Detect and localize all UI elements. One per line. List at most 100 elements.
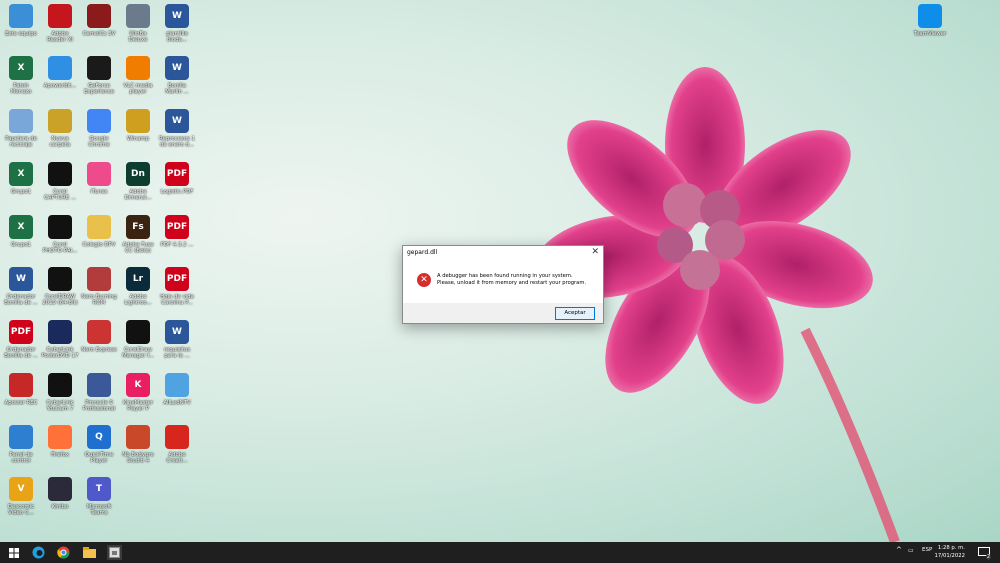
desktop-icon-label: Logistic.PDF bbox=[160, 189, 194, 195]
desktop-icon[interactable]: VLC media player bbox=[117, 56, 159, 95]
desktop-icon[interactable]: Nero Burning ROM bbox=[78, 267, 120, 306]
dialog-message-line: Please, unload it from memory and restar… bbox=[437, 280, 587, 286]
desktop-icon-label: Nueva carpeta bbox=[49, 136, 71, 148]
desktop-icon-label: Nero Express bbox=[81, 347, 117, 353]
desktop-icon[interactable]: Q QuickTime Player bbox=[78, 425, 120, 464]
desktop-icon[interactable]: Nero Express bbox=[78, 320, 120, 353]
app-icon bbox=[87, 4, 111, 28]
desktop-icon-label: Apower REC bbox=[4, 400, 38, 406]
desktop-icon[interactable]: V Descomic Video C... bbox=[0, 477, 42, 516]
chevron-up-icon[interactable]: ^ bbox=[896, 546, 902, 554]
desktop-icon[interactable]: iTunes bbox=[78, 162, 120, 195]
desktop-icon[interactable]: X Grupo1 bbox=[0, 162, 42, 195]
desktop-icon[interactable]: Wplantilla bloda... bbox=[156, 4, 198, 43]
desktop-icon[interactable]: X Patoh Menezo bbox=[0, 56, 42, 95]
desktop-icon-label: requisitos para la ... bbox=[163, 347, 191, 359]
desktop-icon[interactable]: Este equipo bbox=[0, 4, 42, 37]
desktop-icon-label: Pinnacle 9 Professional bbox=[82, 400, 116, 412]
desktop-icon[interactable]: Lr Adobe Lightroo... bbox=[117, 267, 159, 306]
app-icon bbox=[48, 267, 72, 291]
desktop-icon[interactable]: Kinibo bbox=[39, 477, 81, 510]
desktop-icon[interactable]: T Microsoft Teams bbox=[78, 477, 120, 516]
desktop-icon-label: Este equipo bbox=[5, 31, 37, 37]
desktop-icon[interactable]: CamelCs 3V bbox=[78, 4, 120, 37]
desktop-icon[interactable]: CorelDRAW 2019 (64-Bit) bbox=[39, 267, 81, 306]
start-button[interactable] bbox=[6, 545, 21, 560]
desktop-icon[interactable]: Corel CAPTURE ... bbox=[39, 162, 81, 201]
desktop-icon[interactable]: WinBa Deluxe bbox=[117, 4, 159, 43]
desktop-icon[interactable]: CorelDraw Manager f... bbox=[117, 320, 159, 359]
desktop-icon-label: Kinibo bbox=[51, 504, 69, 510]
desktop-icon[interactable]: TeamViewer bbox=[909, 4, 951, 37]
desktop-icon-label: Ordenador Bonilla de ... bbox=[4, 294, 38, 306]
network-icon[interactable]: ▭ bbox=[908, 547, 914, 554]
desktop-icon[interactable]: Papelera de reciclaje bbox=[0, 109, 42, 148]
accept-button[interactable]: Aceptar bbox=[555, 307, 595, 320]
desktop-icon-label: Corel PHOTO-PAI... bbox=[42, 242, 78, 254]
desktop-icon[interactable]: Google Chrome bbox=[78, 109, 120, 148]
desktop-icon[interactable]: Wrequisitos para la ... bbox=[156, 320, 198, 359]
desktop-icon[interactable]: Firefox bbox=[39, 425, 81, 458]
desktop-icon[interactable]: K KineMaster Player P bbox=[117, 373, 159, 412]
notification-center[interactable]: 2 bbox=[976, 545, 991, 560]
desktop-icon[interactable]: AllLedNTV bbox=[156, 373, 198, 406]
desktop-icon-label: Patoh Menezo bbox=[10, 83, 32, 95]
desktop-icon[interactable]: Panel de control bbox=[0, 425, 42, 464]
desktop-icon[interactable]: Apower REC bbox=[0, 373, 42, 406]
app-icon bbox=[87, 320, 111, 344]
desktop-icon[interactable]: Apowerbit... bbox=[39, 56, 81, 89]
app-icon: Fs bbox=[126, 215, 150, 239]
taskbar-chrome[interactable] bbox=[56, 545, 71, 560]
desktop-icon[interactable]: PDF Ordenador Bonilla de ... bbox=[0, 320, 42, 359]
flower-center bbox=[663, 183, 707, 227]
taskbar-active-app[interactable] bbox=[107, 545, 122, 560]
app-icon bbox=[48, 320, 72, 344]
clock[interactable]: 1:28 p. m. 17/01/2022 bbox=[931, 544, 965, 560]
desktop-icon-label: Adobe Lightroo... bbox=[124, 294, 152, 306]
desktop-icon-label: TeamViewer bbox=[913, 31, 947, 37]
desktop-icon-label: Hoja de vida Carolina P... bbox=[160, 294, 194, 306]
app-icon bbox=[126, 320, 150, 344]
desktop-icon-label: Microsoft Teams bbox=[86, 504, 112, 516]
desktop-icon[interactable]: GeForce Experience bbox=[78, 56, 120, 95]
desktop-icon[interactable]: Nb Bodypro Studio 4 bbox=[117, 425, 159, 464]
app-icon bbox=[48, 425, 72, 449]
app-icon bbox=[126, 4, 150, 28]
desktop-icon[interactable]: Adobe Reader XI bbox=[39, 4, 81, 43]
desktop-icon[interactable]: Fs Adobe Fuse CC (Beta) bbox=[117, 215, 159, 254]
app-icon: T bbox=[87, 477, 111, 501]
desktop-icon[interactable]: PDF Logistic.PDF bbox=[156, 162, 198, 195]
app-icon: PDF bbox=[165, 215, 189, 239]
notification-count: 2 bbox=[985, 554, 991, 560]
desktop-icon-label: Corel CAPTURE ... bbox=[44, 189, 76, 201]
desktop-icon-label: Adobe Dimensi... bbox=[124, 189, 152, 201]
desktop-icon-label: iTunes bbox=[90, 189, 108, 195]
dialog-message-line: A debugger has been found running in you… bbox=[437, 273, 573, 279]
desktop-icon[interactable]: PDF Hoja de vida Carolina P... bbox=[156, 267, 198, 306]
app-icon bbox=[48, 4, 72, 28]
app-icon: Lr bbox=[126, 267, 150, 291]
taskbar-file-explorer[interactable] bbox=[82, 545, 97, 560]
desktop-icon[interactable]: X Grupo1 bbox=[0, 215, 42, 248]
app-icon bbox=[165, 425, 189, 449]
desktop-icon[interactable]: Pinnacle 9 Professional bbox=[78, 373, 120, 412]
desktop-icon[interactable]: W Bonilla Marlin ... bbox=[156, 56, 198, 95]
desktop-icon[interactable]: Winamp bbox=[117, 109, 159, 142]
desktop-icon[interactable]: Dn Adobe Dimensi... bbox=[117, 162, 159, 201]
desktop-icon-label: CyberLink PowerDVD 17 bbox=[41, 347, 79, 359]
app-icon bbox=[165, 373, 189, 397]
desktop-icon[interactable]: Adobe Creati... bbox=[156, 425, 198, 464]
desktop-icon[interactable]: W Reprocesos 1 de enero d... bbox=[156, 109, 198, 148]
desktop-icon[interactable]: Nueva carpeta bbox=[39, 109, 81, 148]
app-icon bbox=[48, 215, 72, 239]
desktop-icon[interactable]: PDF PDF 4.3.2 ... bbox=[156, 215, 198, 248]
app-icon bbox=[87, 373, 111, 397]
close-icon[interactable]: ✕ bbox=[591, 247, 599, 257]
desktop-icon[interactable]: CyberLink PowerDVD 17 bbox=[39, 320, 81, 359]
desktop-icon[interactable]: W Ordenador Bonilla de ... bbox=[0, 267, 42, 306]
app-window-icon bbox=[109, 547, 120, 558]
desktop-icon[interactable]: CyberLink YouCam 7 bbox=[39, 373, 81, 412]
desktop-icon[interactable]: Corel PHOTO-PAI... bbox=[39, 215, 81, 254]
desktop-icon[interactable]: Colegio DPV bbox=[78, 215, 120, 248]
taskbar-edge[interactable] bbox=[31, 545, 46, 560]
